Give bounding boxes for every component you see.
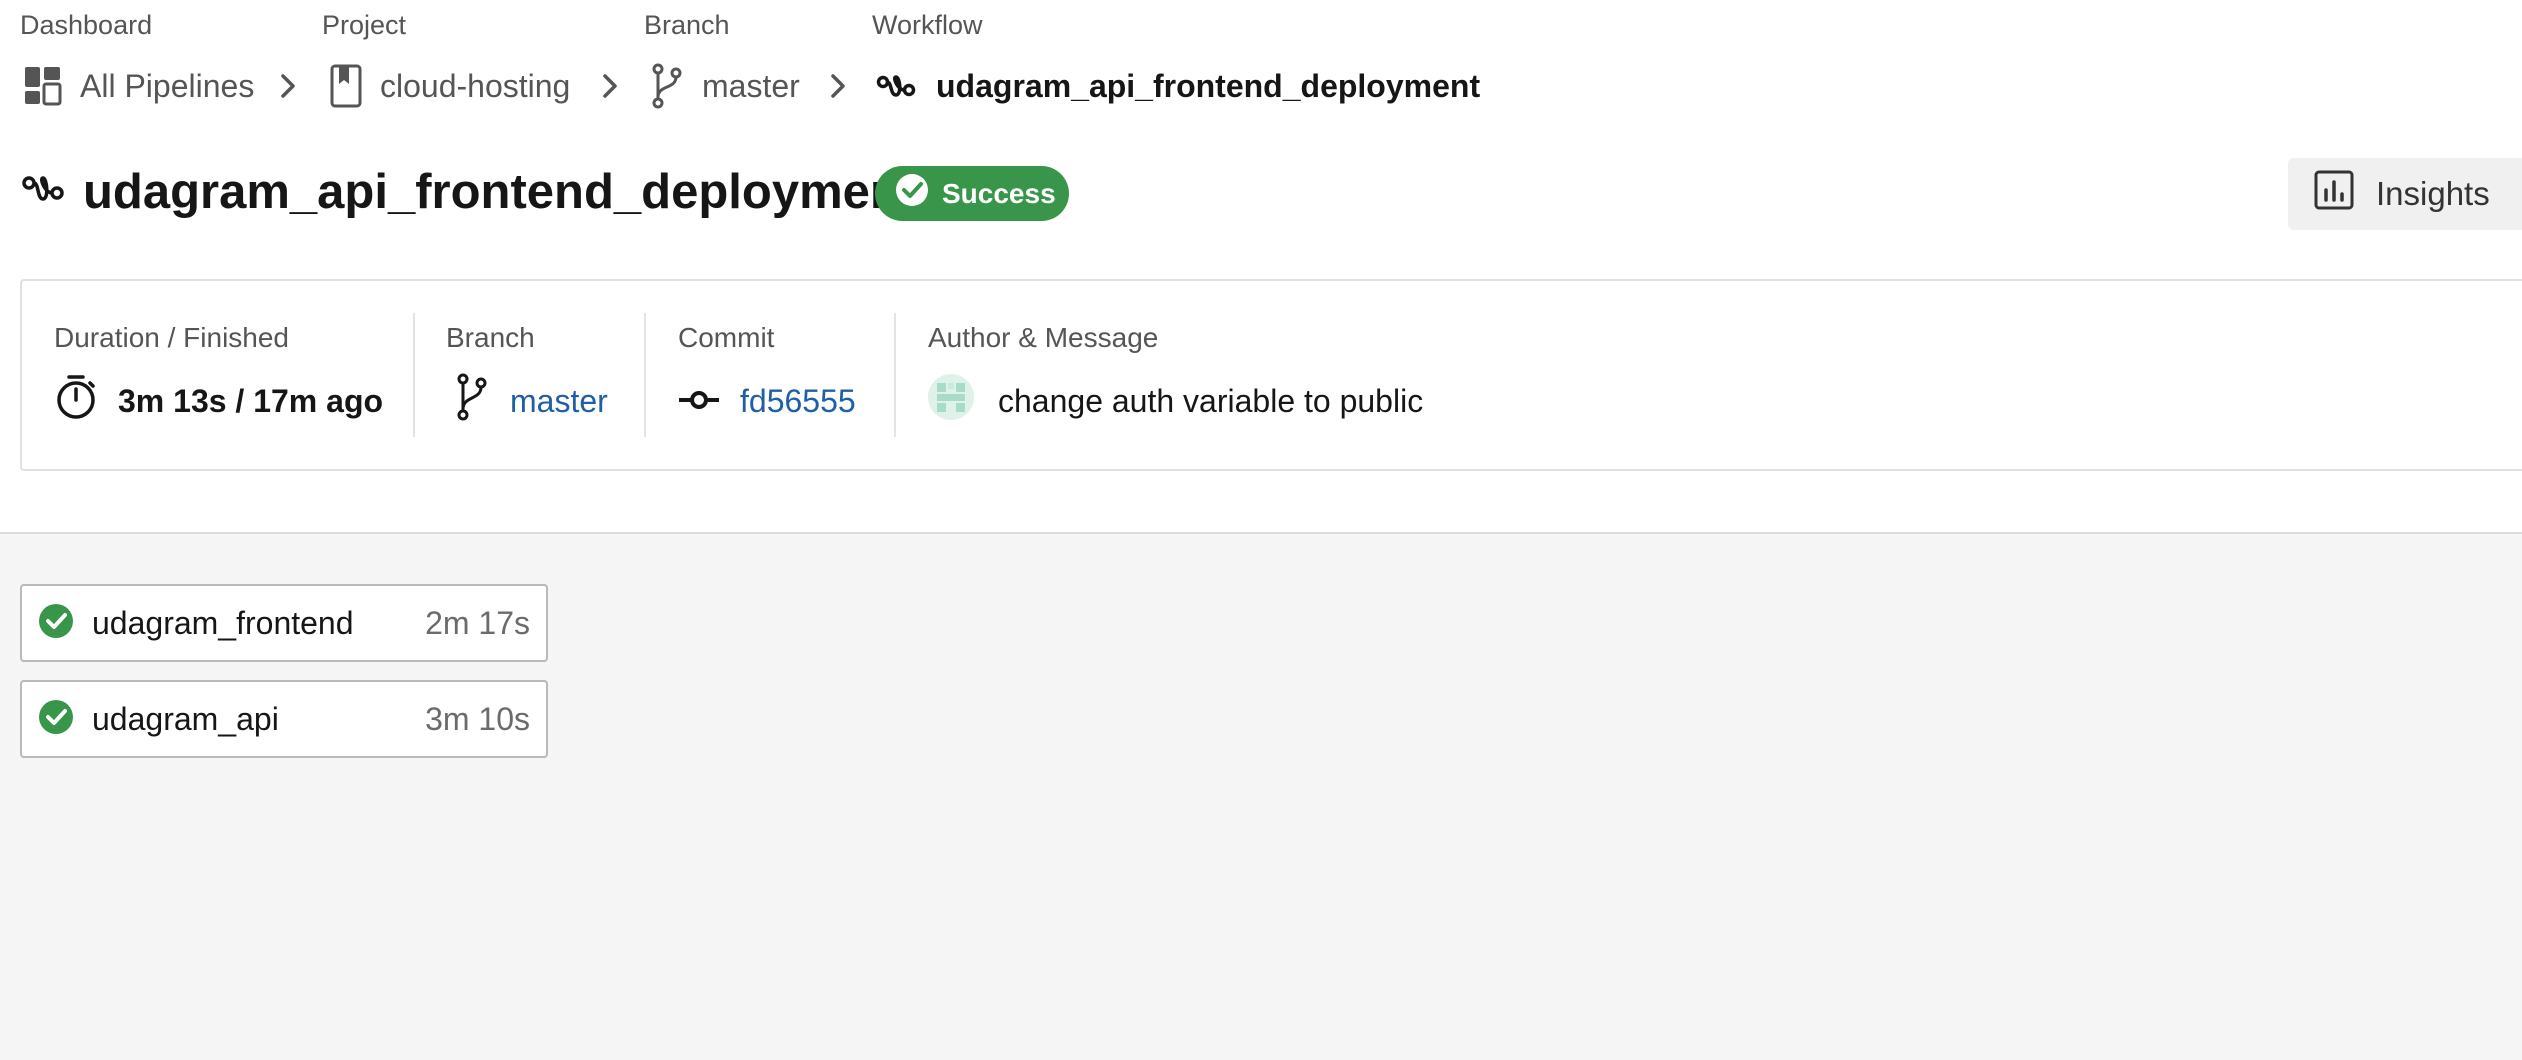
duration-text: 3m 13s / 17m ago xyxy=(118,382,384,419)
job-duration: 2m 17s xyxy=(425,604,530,641)
author-message-value: change auth variable to public xyxy=(928,374,1424,428)
author-message-label: Author & Message xyxy=(928,322,1159,353)
status-badge: Success xyxy=(875,166,1069,221)
breadcrumb-project[interactable]: cloud-hosting xyxy=(330,60,570,112)
breadcrumb-project-label: cloud-hosting xyxy=(380,67,571,104)
workflow-icon xyxy=(22,172,64,211)
insights-button[interactable]: Insights xyxy=(2288,158,2522,230)
workflow-summary-card: Duration / Finished 3m 13s / 17m ago Bra… xyxy=(20,279,2522,471)
breadcrumb-label-dashboard: Dashboard xyxy=(20,10,153,40)
job-card[interactable]: udagram_api 3m 10s xyxy=(20,680,548,758)
workflow-header-region: Dashboard Project Branch Workflow All Pi… xyxy=(0,0,2522,534)
breadcrumb-workflow[interactable]: udagram_api_frontend_deployment xyxy=(876,60,1480,112)
dashboard-grid-icon xyxy=(24,66,62,106)
avatar[interactable] xyxy=(928,374,974,428)
duration-label: Duration / Finished xyxy=(54,322,290,353)
bookmark-icon xyxy=(330,64,362,108)
breadcrumb-branch-label: master xyxy=(702,67,800,104)
breadcrumb-label-branch: Branch xyxy=(644,10,730,40)
column-divider xyxy=(894,313,896,437)
job-card[interactable]: udagram_frontend 2m 17s xyxy=(20,584,548,662)
commit-message: change auth variable to public xyxy=(998,382,1424,419)
branch-link[interactable]: master xyxy=(510,383,608,420)
column-divider xyxy=(644,313,646,437)
breadcrumb-workflow-label: udagram_api_frontend_deployment xyxy=(936,67,1481,104)
check-circle-icon xyxy=(894,172,930,215)
job-name: udagram_api xyxy=(92,700,279,737)
page-title: udagram_api_frontend_deployment xyxy=(83,165,917,219)
breadcrumb-branch[interactable]: master xyxy=(650,60,800,112)
breadcrumb-all-pipelines-label: All Pipelines xyxy=(80,67,255,104)
workflow-icon xyxy=(876,71,916,101)
job-name: udagram_frontend xyxy=(92,604,354,641)
check-circle-icon xyxy=(38,699,74,740)
git-branch-icon xyxy=(650,63,684,109)
commit-label: Commit xyxy=(678,322,775,353)
chevron-right-icon xyxy=(600,60,620,112)
check-circle-icon xyxy=(38,603,74,644)
breadcrumb-all-pipelines[interactable]: All Pipelines xyxy=(24,60,254,112)
column-divider xyxy=(413,313,415,437)
git-commit-icon xyxy=(678,383,720,420)
commit-value: fd56555 xyxy=(678,377,856,425)
branch-value: master xyxy=(456,373,608,425)
jobs-region: udagram_frontend 2m 17s udagram_api 3m 1… xyxy=(0,534,2522,1060)
chevron-right-icon xyxy=(278,60,298,112)
insights-button-label: Insights xyxy=(2376,175,2490,212)
stopwatch-icon xyxy=(54,374,98,428)
duration-value: 3m 13s / 17m ago xyxy=(54,374,384,428)
chevron-right-icon xyxy=(828,60,848,112)
bar-chart-icon xyxy=(2314,170,2354,218)
branch-label: Branch xyxy=(446,322,535,353)
job-duration: 3m 10s xyxy=(425,700,530,737)
git-branch-icon xyxy=(456,373,488,429)
breadcrumb-label-project: Project xyxy=(322,10,407,40)
status-badge-label: Success xyxy=(942,177,1056,209)
breadcrumb-label-workflow: Workflow xyxy=(872,10,983,40)
commit-link[interactable]: fd56555 xyxy=(740,383,856,420)
